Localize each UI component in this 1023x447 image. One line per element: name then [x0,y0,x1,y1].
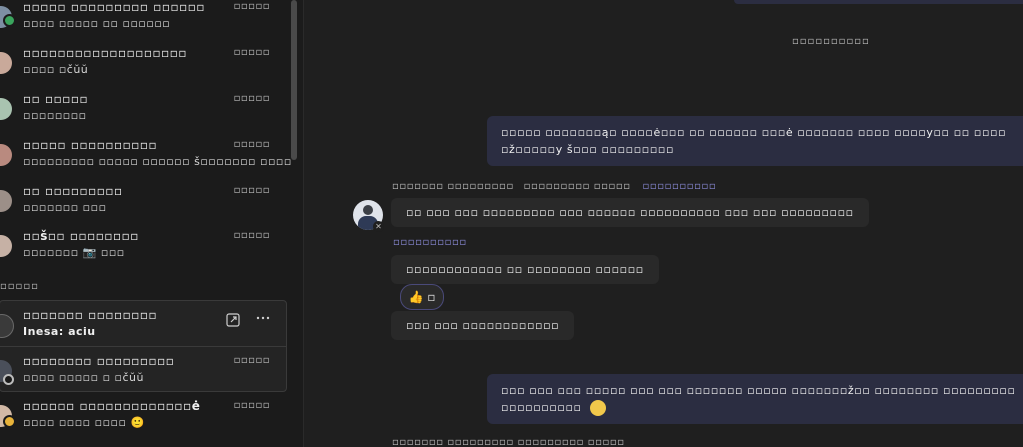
chat-time: ▫▫▫▫▫ [233,230,270,241]
message-text: ▫▫ ▫▫▫ ▫▫▫ ▫▫▫▫▫▫▫▫▫ ▫▫▫ ▫▫▫▫▫▫ ▫▫▫▫▫▫▫▫… [406,206,854,219]
reaction-chip[interactable]: 👍 ▫ [400,284,444,310]
avatar [0,52,12,74]
status-away-icon [3,415,16,428]
message-meta: ▫▫▫▫▫▫▫ ▫▫▫▫▫▫▫▫▫ ▫▫▫▫▫▫▫▫▫ ▫▫▫▫▫ [392,437,625,447]
message-meta: ▫▫▫▫▫▫▫ ▫▫▫▫▫▫▫▫▫ ▫▫▫▫▫▫▫▫▫ ▫▫▫▫▫ ▫▫▫▫▫▫… [392,181,716,192]
chat-preview: ▫▫▫▫ ▫čŭŭ [23,63,89,76]
status-offline-icon [3,374,14,385]
more-icon[interactable] [256,311,270,329]
chat-preview: ▫▫▫▫▫▫▫ 📷 ▫▫▫ [23,246,125,259]
chat-list-item[interactable]: ▫▫ ▫▫▫▫▫▫▫▫▫ ▫▫▫▫▫▫▫ ▫▫▫ ▫▫▫▫▫ [0,184,286,228]
status-offline-icon: ✕ [373,221,384,232]
message-bubble-incoming[interactable]: ▫▫▫ ▫▫▫ ▫▫▫▫▫▫▫▫▫▫▫▫ [391,311,575,340]
chat-name: ▫▫ ▫▫▫▫▫ [23,92,89,106]
conversation-pane: ▫▫▫▫▫▫▫▫▫▫ ▫▫▫▫▫ ▫▫▫▫▫▫▫ą▫ ▫▫▫▫ė▫▫▫ ▫▫ ▫… [304,0,1023,447]
message-text: ▫ž▫▫▫▫▫y š▫▫▫ ▫▫▫▫▫▫▫▫▫ [501,143,674,156]
chat-name: ▫▫▫▫▫ ▫▫▫▫▫▫▫▫▫ ▫▫▫▫▫▫ [23,0,206,14]
avatar [0,144,12,166]
reaction-count: ▫ [427,290,436,304]
message-bubble-incoming[interactable]: ▫▫ ▫▫▫ ▫▫▫ ▫▫▫▫▫▫▫▫▫ ▫▫▫ ▫▫▫▫▫▫ ▫▫▫▫▫▫▫▫… [391,198,869,227]
chat-name: ▫▫▫▫▫▫▫▫ ▫▫▫▫▫▫▫▫▫ [23,354,175,368]
message-time: ▫▫▫▫▫▫▫▫▫ ▫▫▫▫▫ [523,181,631,192]
message-bubble-incoming[interactable]: ▫▫▫▫▫▫▫▫▫▫▫▫ ▫▫ ▫▫▫▫▫▫▫▫ ▫▫▫▫▫▫ [391,255,659,284]
chat-time: ▫▫▫▫▫ [233,400,270,411]
chat-preview: ▫▫▫▫▫▫▫▫▫ ▫▫▫▫▫ ▫▫▫▫▫▫ š▫▫▫▫▫▫▫ ▫▫▫▫ [23,155,292,168]
thumbs-up-icon: 👍 [408,290,424,304]
avatar [0,98,12,120]
edited-label[interactable]: ▫▫▫▫▫▫▫▫▫▫ [642,181,716,192]
chat-list-item[interactable]: ▫▫▫▫▫▫▫▫ ▫▫▫▫▫▫▫▫▫ ▫▫▫▫ ▫▫▫▫▫ ▫ ▫čŭŭ ▫▫▫… [0,354,286,398]
message-bubble-outgoing[interactable]: ▫▫▫▫▫ ▫▫▫▫▫▫▫ą▫ ▫▫▫▫ė▫▫▫ ▫▫ ▫▫▫▫▫▫ ▫▫▫ė … [487,116,1023,166]
chat-time: ▫▫▫▫▫ [233,355,270,366]
avatar [0,235,12,257]
popout-icon[interactable] [226,313,240,331]
thread-link[interactable]: ▫▫▫▫▫▫▫▫▫▫ [393,237,467,248]
chat-name: ▫▫ ▫▫▫▫▫▫▫▫▫ [23,184,123,198]
divider [0,346,286,347]
message-text: ▫▫▫ ▫▫▫ ▫▫▫ ▫▫▫▫▫ ▫▫▫ ▫▫▫ ▫▫▫▫▫▫▫ ▫▫▫▫▫ … [501,384,1016,397]
chat-list-item[interactable]: ▫▫▫▫▫▫ ▫▫▫▫▫▫▫▫▫▫▫▫▫ė ▫▫▫▫ ▫▫▫▫ ▫▫▫▫ 🙂 ▫… [0,399,286,443]
chat-preview: ▫▫▫▫ ▫▫▫▫ ▫▫▫▫ 🙂 [23,416,145,429]
chat-list-item[interactable]: ▫▫▫▫▫ ▫▫▫▫▫▫▫▫▫▫ ▫▫▫▫▫▫▫▫▫ ▫▫▫▫▫ ▫▫▫▫▫▫ … [0,138,291,182]
chat-time: ▫▫▫▫▫ [233,93,270,104]
avatar [0,190,12,212]
section-title: ▫▫▫▫▫ [0,281,39,292]
smile-emoji-icon [589,400,606,416]
sidebar-scrollbar[interactable] [291,0,297,160]
message-text: ▫▫▫▫▫ ▫▫▫▫▫▫▫ą▫ ▫▫▫▫ė▫▫▫ ▫▫ ▫▫▫▫▫▫ ▫▫▫ė … [501,126,1007,139]
avatar [0,314,14,338]
chat-preview: ▫▫▫▫ ▫▫▫▫▫ ▫ ▫čŭŭ [23,371,144,384]
status-available-icon [3,14,16,27]
chat-list-item[interactable]: ▫▫▫▫▫ ▫▫▫▫▫▫▫▫▫ ▫▫▫▫▫▫ ▫▫▫▫ ▫▫▫▫▫ ▫▫ ▫▫▫… [0,0,286,44]
chat-name: ▫▫š▫▫ ▫▫▫▫▫▫▫▫ [23,229,139,243]
chat-list-item[interactable]: ▫▫ ▫▫▫▫▫ ▫▫▫▫▫▫▫▫ ▫▫▫▫▫ [0,92,286,136]
message-text: ▫▫▫ ▫▫▫ ▫▫▫▫▫▫▫▫▫▫▫▫ [406,319,560,332]
message-bubble-outgoing-partial [734,0,1023,4]
chat-preview: ▫▫▫▫ ▫▫▫▫▫ ▫▫ ▫▫▫▫▫▫ [23,17,171,30]
chat-name: ▫▫▫▫▫▫▫ ▫▫▫▫▫▫▫▫ [23,308,158,322]
message-text: ▫▫▫▫▫▫▫▫▫▫▫▫ ▫▫ ▫▫▫▫▫▫▫▫ ▫▫▫▫▫▫ [406,263,644,276]
chat-name: ▫▫▫▫▫▫▫▫▫▫▫▫▫▫▫▫▫▫▫ [23,46,188,60]
chat-time: ▫▫▫▫▫ [233,47,270,58]
message-text: ▫▫▫▫▫▫▫▫▫▫ [501,401,582,414]
chat-preview: Inesa: aciu [23,325,96,338]
chat-list-sidebar: ▫▫▫▫▫ ▫▫▫▫▫▫▫▫▫ ▫▫▫▫▫▫ ▫▫▫▫ ▫▫▫▫▫ ▫▫ ▫▫▫… [0,0,304,447]
sender-name: ▫▫▫▫▫▫▫ ▫▫▫▫▫▫▫▫▫ [392,181,514,192]
chat-time: ▫▫▫▫▫ [233,1,270,12]
message-bubble-outgoing[interactable]: ▫▫▫ ▫▫▫ ▫▫▫ ▫▫▫▫▫ ▫▫▫ ▫▫▫ ▫▫▫▫▫▫▫ ▫▫▫▫▫ … [487,374,1023,424]
chat-time: ▫▫▫▫▫ [233,139,270,150]
chat-preview: ▫▫▫▫▫▫▫▫ [23,109,87,122]
chat-name: ▫▫▫▫▫▫ ▫▫▫▫▫▫▫▫▫▫▫▫▫ė [23,399,201,413]
chat-time: ▫▫▫▫▫ [233,185,270,196]
date-separator: ▫▫▫▫▫▫▫▫▫▫ [792,36,870,47]
chat-list-item[interactable]: ▫▫▫▫▫▫▫▫▫▫▫▫▫▫▫▫▫▫▫ ▫▫▫▫ ▫čŭŭ ▫▫▫▫▫ [0,46,286,90]
chat-list-item[interactable]: ▫▫š▫▫ ▫▫▫▫▫▫▫▫ ▫▫▫▫▫▫▫ 📷 ▫▫▫ ▫▫▫▫▫ [0,229,286,273]
chat-name: ▫▫▫▫▫ ▫▫▫▫▫▫▫▫▫▫ [23,138,158,152]
chat-preview: ▫▫▫▫▫▫▫ ▫▫▫ [23,201,107,214]
